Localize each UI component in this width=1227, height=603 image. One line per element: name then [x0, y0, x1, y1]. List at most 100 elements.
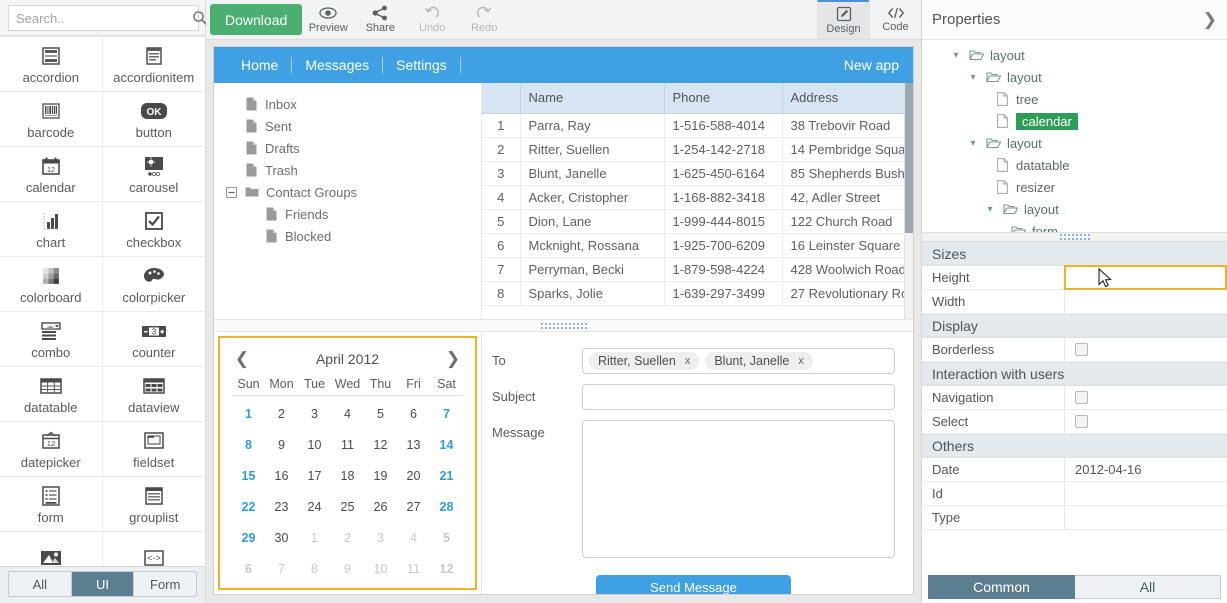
calendar-day[interactable]: 6 — [232, 562, 265, 576]
app-tab-messages[interactable]: Messages — [292, 57, 384, 73]
calendar-day[interactable]: 1 — [298, 531, 331, 545]
tree-node-tree[interactable]: tree — [922, 88, 1227, 110]
tab-all[interactable]: All — [1075, 575, 1221, 599]
calendar-day[interactable]: 11 — [331, 438, 364, 452]
to-multiselect[interactable]: Ritter, Suellen x Blunt, Janelle x — [582, 348, 895, 374]
tree-node-layout[interactable]: ▾ layout — [922, 66, 1227, 88]
widget-datatable[interactable]: datatable — [0, 367, 103, 422]
height-input[interactable] — [1064, 265, 1227, 290]
calendar-day[interactable]: 10 — [298, 438, 331, 452]
filter-form[interactable]: Form — [134, 572, 196, 596]
horizontal-resizer[interactable] — [214, 320, 913, 332]
col-phone[interactable]: Phone — [664, 83, 783, 114]
tree-node-datatable[interactable]: datatable — [922, 154, 1227, 176]
widget-template[interactable]: <-> — [102, 532, 205, 566]
subject-input[interactable] — [582, 384, 895, 410]
chip-remove-icon[interactable]: x — [798, 355, 804, 367]
calendar-day[interactable]: 21 — [430, 469, 463, 483]
type-input[interactable] — [1065, 506, 1227, 529]
calendar-day[interactable]: 23 — [265, 500, 298, 514]
id-input[interactable] — [1065, 482, 1227, 505]
calendar-day[interactable]: 20 — [397, 469, 430, 483]
table-row[interactable]: 5 Dion, Lane 1-999-444-8015 122 Church R… — [482, 209, 913, 234]
table-row[interactable]: 3 Blunt, Janelle 1-625-450-6164 85 Sheph… — [482, 161, 913, 186]
select-checkbox[interactable] — [1075, 415, 1088, 428]
date-input[interactable]: 2012-04-16 — [1065, 458, 1227, 481]
widget-colorboard[interactable]: colorboard — [0, 257, 103, 312]
tree-item-trash[interactable]: Trash — [214, 159, 481, 181]
calendar-day[interactable]: 7 — [265, 562, 298, 576]
chevron-down-icon[interactable]: ▾ — [967, 138, 979, 149]
width-input[interactable] — [1065, 290, 1227, 313]
widget-image[interactable] — [0, 532, 103, 566]
calendar-widget-selected[interactable]: ❮ April 2012 ❯ Sun Mon Tue Wed Thu Fri S… — [218, 336, 477, 590]
chevron-right-icon[interactable]: ❯ — [443, 349, 463, 369]
widget-dataview[interactable]: dataview — [102, 367, 205, 422]
tree-node-layout[interactable]: ▾ layout — [922, 198, 1227, 220]
minus-box-icon[interactable] — [224, 186, 238, 198]
navigation-checkbox[interactable] — [1075, 391, 1088, 404]
calendar-day[interactable]: 5 — [430, 531, 463, 545]
calendar-day[interactable]: 5 — [364, 407, 397, 421]
tree-node-resizer[interactable]: resizer — [922, 176, 1227, 198]
calendar-day[interactable]: 19 — [364, 469, 397, 483]
calendar-day[interactable]: 16 — [265, 469, 298, 483]
chevron-down-icon[interactable]: ▾ — [950, 50, 962, 61]
widget-button[interactable]: OK button — [102, 92, 205, 147]
calendar-day[interactable]: 3 — [364, 531, 397, 545]
borderless-checkbox[interactable] — [1075, 343, 1088, 356]
preview-button[interactable]: Preview — [302, 0, 354, 39]
widget-form[interactable]: form — [0, 477, 103, 532]
calendar-day[interactable]: 8 — [298, 562, 331, 576]
calendar-day[interactable]: 30 — [265, 531, 298, 545]
widget-grouplist[interactable]: grouplist — [102, 477, 205, 532]
filter-all[interactable]: All — [9, 572, 72, 596]
table-row[interactable]: 4 Acker, Cristopher 1-168-882-3418 42, A… — [482, 185, 913, 210]
download-button[interactable]: Download — [210, 4, 303, 35]
calendar-day[interactable]: 14 — [430, 438, 463, 452]
calendar-day[interactable]: 7 — [430, 407, 463, 421]
message-textarea[interactable] — [582, 420, 895, 558]
chevron-left-icon[interactable]: ❮ — [232, 349, 252, 369]
calendar-day[interactable]: 12 — [364, 438, 397, 452]
calendar-day[interactable]: 27 — [397, 500, 430, 514]
calendar-day[interactable]: 17 — [298, 469, 331, 483]
calendar-day[interactable]: 4 — [397, 531, 430, 545]
table-row[interactable]: 7 Perryman, Becki 1-879-598-4224 428 Woo… — [482, 257, 913, 282]
tree-item-blocked[interactable]: Blocked — [214, 225, 481, 247]
tree-item-contact-groups[interactable]: Contact Groups — [214, 181, 481, 203]
col-name[interactable]: Name — [520, 83, 665, 114]
table-row[interactable]: 2 Ritter, Suellen 1-254-142-2718 14 Pemb… — [482, 137, 913, 162]
recipient-chip[interactable]: Blunt, Janelle x — [705, 352, 813, 370]
col-index[interactable] — [482, 83, 521, 114]
tree-item-sent[interactable]: Sent — [214, 115, 481, 137]
calendar-day[interactable]: 18 — [331, 469, 364, 483]
share-button[interactable]: Share — [354, 0, 406, 39]
widget-chart[interactable]: chart — [0, 202, 103, 257]
calendar-day[interactable]: 15 — [232, 469, 265, 483]
calendar-day[interactable]: 3 — [298, 407, 331, 421]
calendar-day[interactable]: 10 — [364, 562, 397, 576]
tree-item-friends[interactable]: Friends — [214, 203, 481, 225]
widget-counter[interactable]: 3 counter — [102, 312, 205, 367]
tab-common[interactable]: Common — [928, 575, 1075, 599]
widget-carousel[interactable]: carousel — [102, 147, 205, 202]
code-mode-button[interactable]: Code — [869, 0, 921, 39]
table-row[interactable]: 8 Sparks, Jolie 1-639-297-3499 27 Revolu… — [482, 281, 913, 306]
search-box[interactable] — [8, 5, 208, 31]
tree-item-drafts[interactable]: Drafts — [214, 137, 481, 159]
chevron-down-icon[interactable]: ▾ — [967, 72, 979, 83]
recipient-chip[interactable]: Ritter, Suellen x — [589, 352, 700, 370]
table-row[interactable]: 6 Mcknight, Rossana 1-925-700-6209 16 Le… — [482, 233, 913, 258]
calendar-day[interactable]: 12 — [430, 562, 463, 576]
chip-remove-icon[interactable]: x — [685, 355, 691, 367]
chevron-down-icon[interactable]: ▾ — [984, 204, 996, 215]
app-tab-settings[interactable]: Settings — [383, 57, 461, 73]
new-app-button[interactable]: New app — [844, 57, 899, 73]
calendar-day[interactable]: 26 — [364, 500, 397, 514]
search-input[interactable] — [16, 10, 192, 26]
calendar-title[interactable]: April 2012 — [252, 351, 443, 367]
app-tab-home[interactable]: Home — [228, 57, 293, 73]
widget-checkbox[interactable]: checkbox — [102, 202, 205, 257]
widget-accordion[interactable]: accordion — [0, 37, 103, 92]
